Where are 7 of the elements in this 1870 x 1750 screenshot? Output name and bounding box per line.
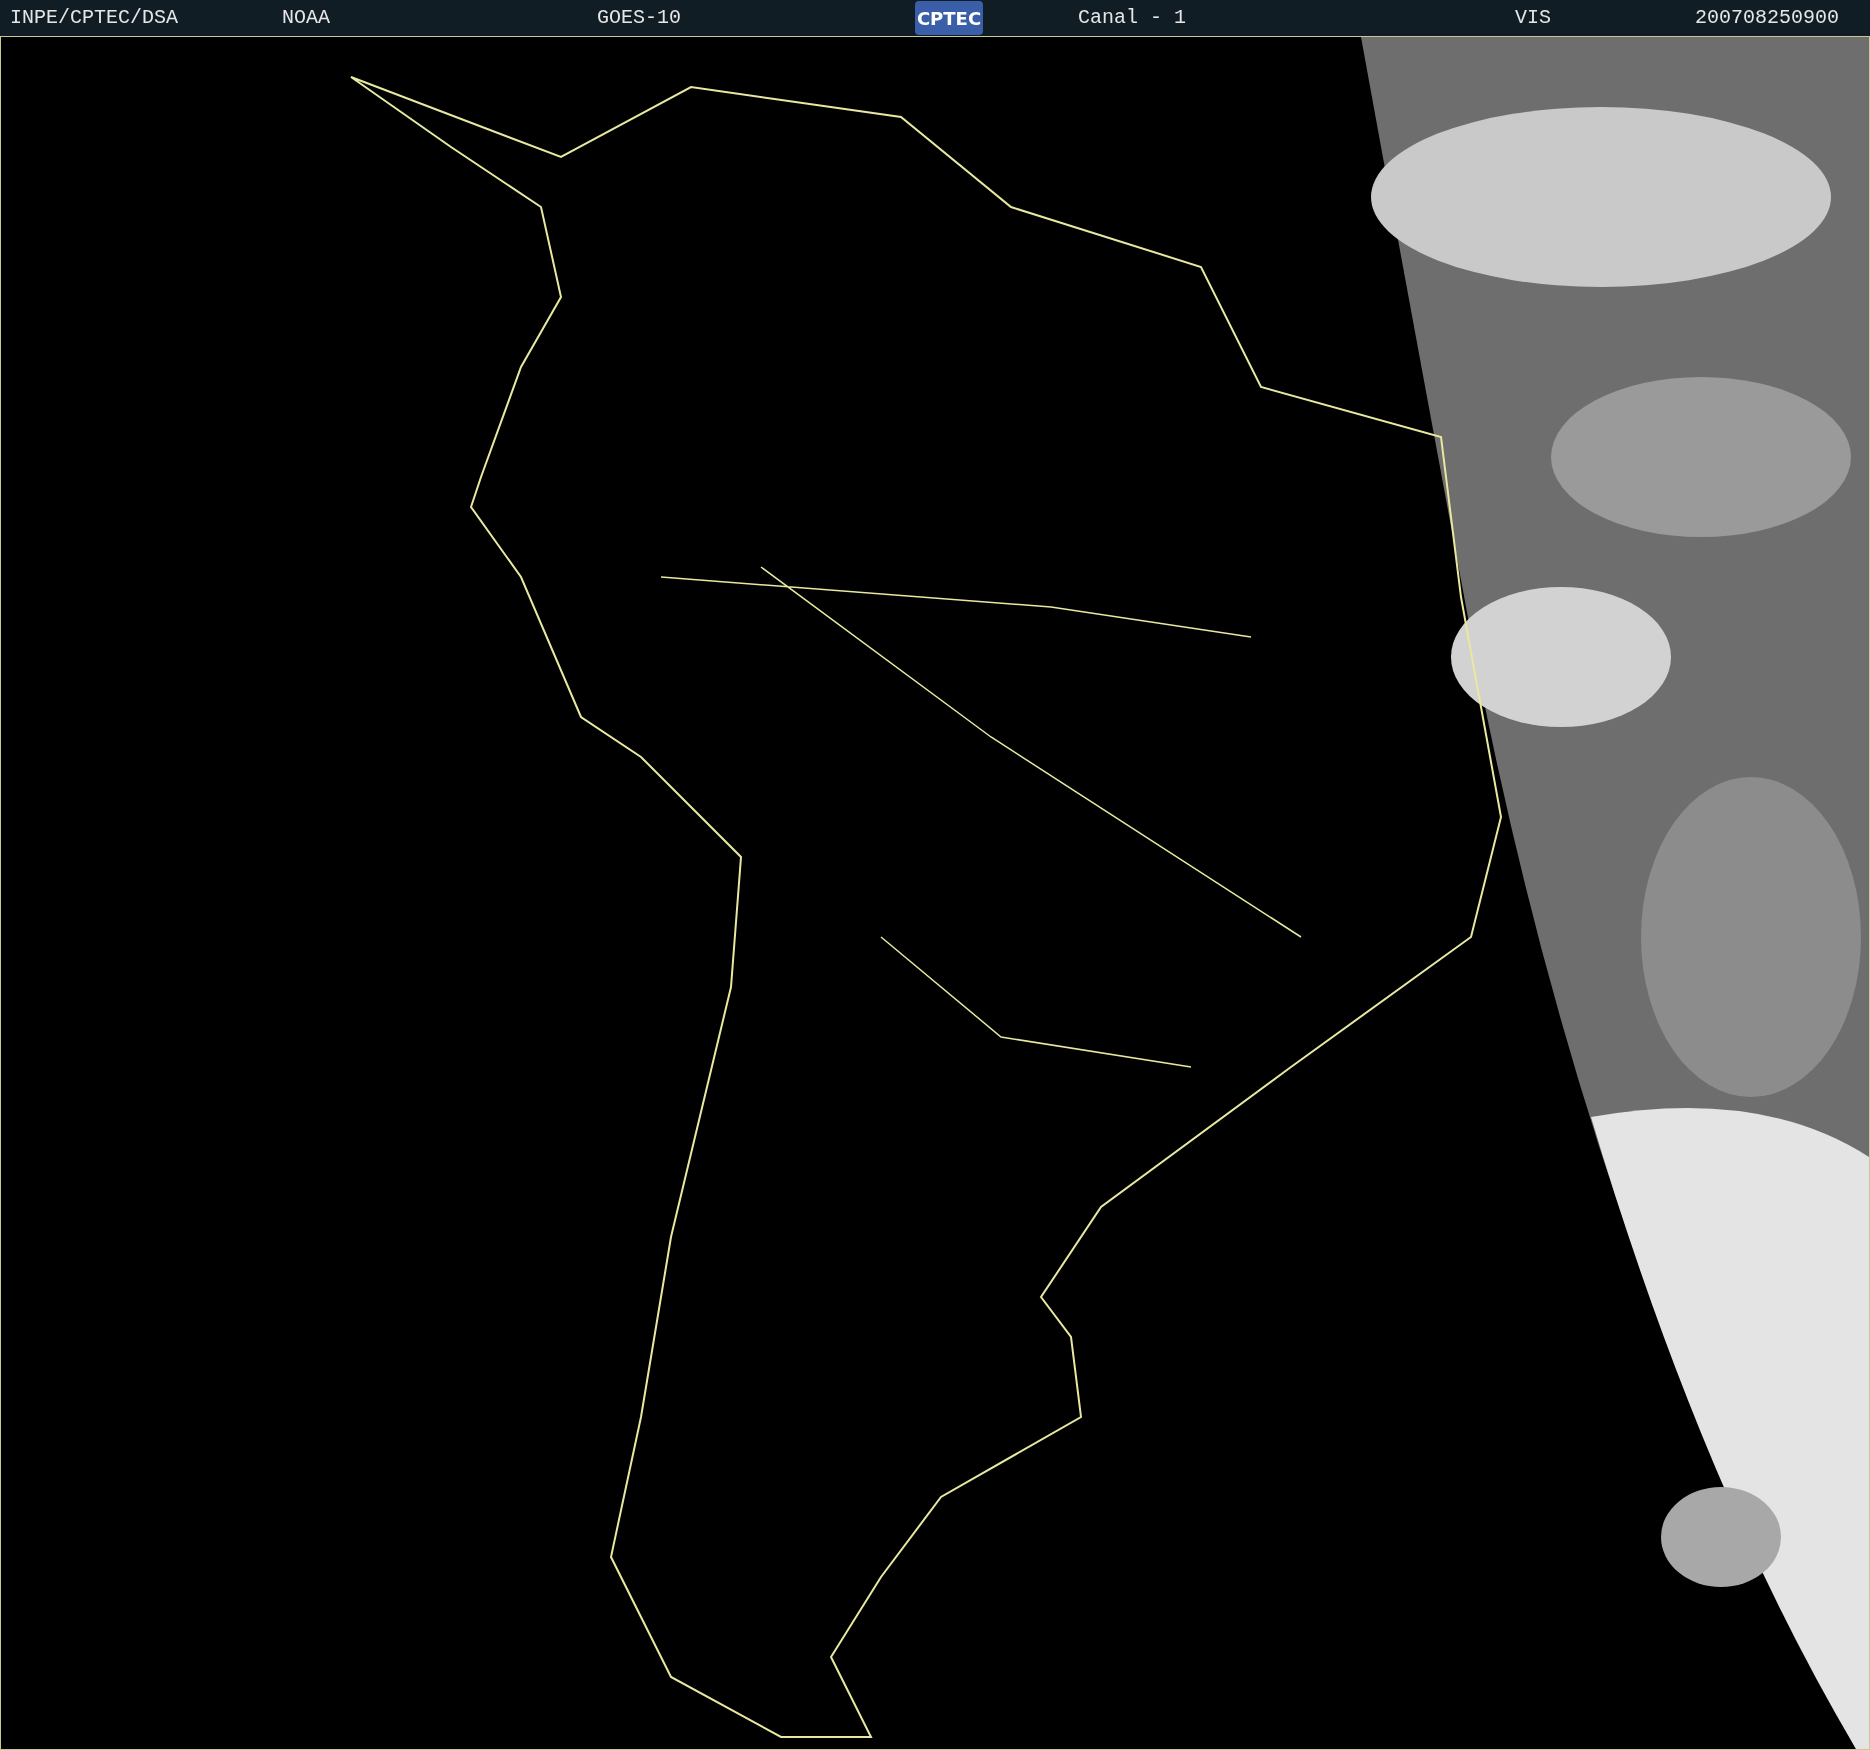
timestamp-label: 200708250900 (1695, 5, 1840, 31)
channel-label: Canal - 1 (1078, 5, 1188, 31)
source-label: NOAA (282, 5, 331, 31)
logo-badge: CPTEC (915, 1, 983, 35)
agency-label: INPE/CPTEC/DSA (10, 5, 180, 31)
satellite-label: GOES-10 (597, 5, 682, 31)
band-label: VIS (1515, 5, 1552, 31)
